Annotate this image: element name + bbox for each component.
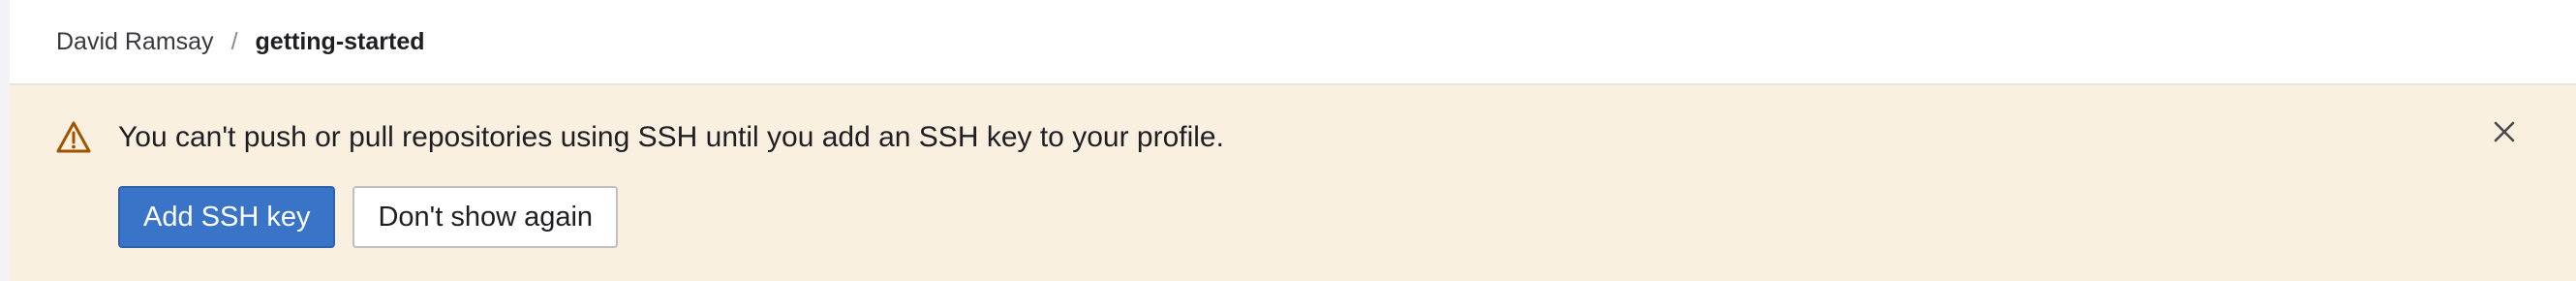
breadcrumb: David Ramsay / getting-started	[56, 28, 425, 56]
dont-show-again-button[interactable]: Don't show again	[353, 186, 619, 248]
alert-message: You can't push or pull repositories usin…	[118, 121, 1224, 153]
dismiss-alert-button[interactable]	[2485, 114, 2524, 153]
breadcrumb-owner-link[interactable]: David Ramsay	[56, 28, 214, 56]
breadcrumb-current-project[interactable]: getting-started	[256, 28, 425, 56]
breadcrumb-separator: /	[230, 27, 238, 55]
ssh-key-alert: You can't push or pull repositories usin…	[10, 85, 2576, 281]
warning-icon	[54, 118, 93, 157]
page: David Ramsay / getting-started You can't…	[0, 0, 2576, 281]
close-icon	[2491, 118, 2518, 150]
add-ssh-key-button[interactable]: Add SSH key	[118, 186, 336, 248]
top-bar: David Ramsay / getting-started	[10, 0, 2576, 85]
alert-actions: Add SSH key Don't show again	[118, 186, 619, 248]
